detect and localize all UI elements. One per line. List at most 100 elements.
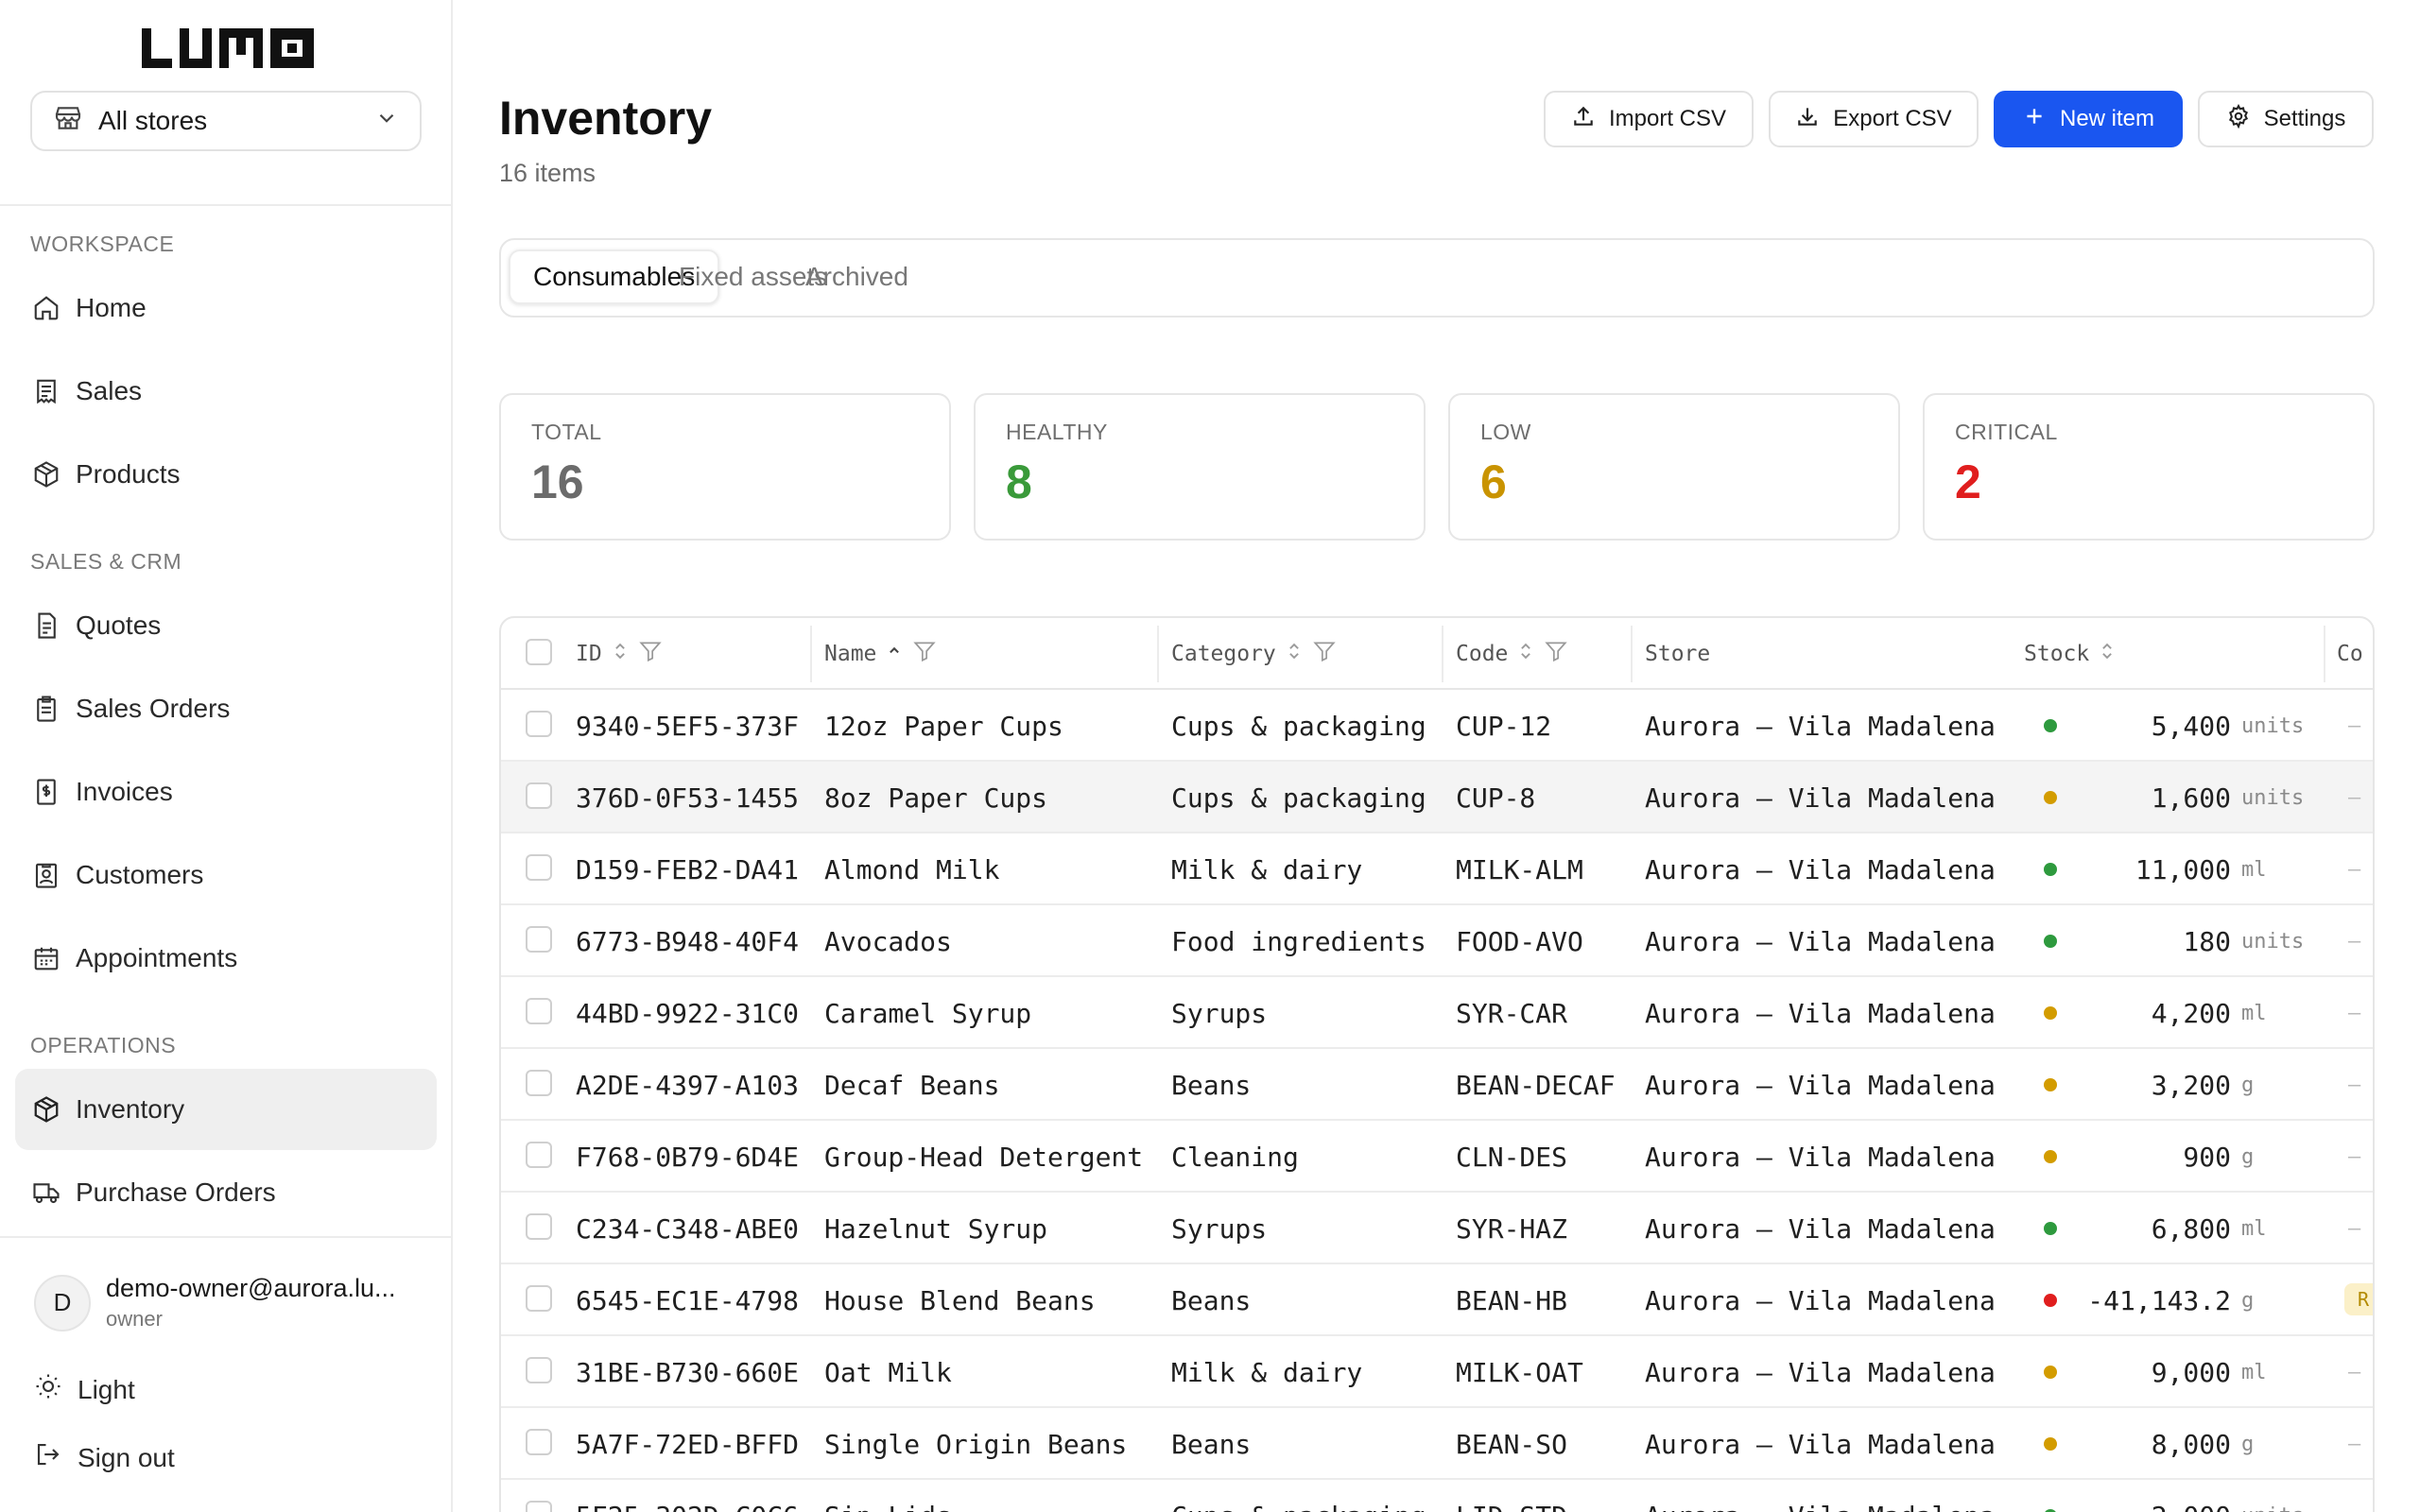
nav-item-sales-orders[interactable]: Sales Orders (15, 668, 437, 749)
filter-icon[interactable] (912, 639, 937, 669)
column-divider[interactable] (2324, 626, 2325, 682)
cell-code: CUP-8 (1456, 782, 1536, 814)
cell-name: Single Origin Beans (824, 1428, 1128, 1460)
table-row[interactable]: 5F25-302D-C0C6 Sip Lids Cups & packaging LI… (501, 1480, 2373, 1512)
nav-item-products[interactable]: Products (15, 434, 437, 515)
row-checkbox[interactable] (526, 711, 552, 737)
column-header-stock[interactable]: Stock (2024, 618, 2116, 690)
cell-stock-unit: g (2241, 1073, 2255, 1097)
row-checkbox[interactable] (526, 1213, 552, 1240)
reorder-badge[interactable]: R (2344, 1283, 2373, 1315)
row-checkbox[interactable] (526, 1070, 552, 1096)
box-icon (30, 1093, 62, 1125)
cell-code: MILK-OAT (1456, 1356, 1583, 1388)
table-row[interactable]: 44BD-9922-31C0 Caramel Syrup Syrups SYR-CAR… (501, 977, 2373, 1049)
store-select[interactable]: All stores (30, 91, 422, 151)
table-row[interactable]: 376D-0F53-1455 8oz Paper Cups Cups & packa… (501, 762, 2373, 833)
select-all-checkbox[interactable] (526, 639, 552, 665)
theme-label: Light (78, 1374, 135, 1404)
column-header-id[interactable]: ID (576, 618, 663, 690)
row-checkbox[interactable] (526, 998, 552, 1024)
filter-icon[interactable] (1544, 639, 1568, 669)
row-checkbox[interactable] (526, 782, 552, 809)
settings-button[interactable]: Settings (2198, 91, 2374, 147)
nav-item-inventory[interactable]: Inventory (15, 1069, 437, 1150)
column-divider[interactable] (810, 626, 812, 682)
nav-item-customers[interactable]: Customers (15, 834, 437, 916)
column-header-store[interactable]: Store (1645, 618, 1710, 690)
column-header-category[interactable]: Category (1171, 618, 1337, 690)
cell-id: C234-C348-ABE0 (576, 1212, 800, 1245)
column-divider[interactable] (1157, 626, 1159, 682)
export-csv-button[interactable]: Export CSV (1769, 91, 1979, 147)
nav-item-sales[interactable]: Sales (15, 351, 437, 432)
table-row[interactable]: D159-FEB2-DA41 Almond Milk Milk & dairy MIL… (501, 833, 2373, 905)
cell-id: 6545-EC1E-4798 (576, 1284, 800, 1316)
column-label: Stock (2024, 642, 2090, 666)
row-checkbox[interactable] (526, 1501, 552, 1512)
sort-icon[interactable] (612, 641, 629, 667)
nav-item-invoices[interactable]: Invoices (15, 751, 437, 833)
nav-item-label: Invoices (76, 777, 173, 806)
table-row[interactable]: 6545-EC1E-4798 House Blend Beans Beans BEAN… (501, 1264, 2373, 1336)
new-item-button[interactable]: New item (1994, 91, 2183, 147)
sort-icon[interactable] (1286, 641, 1303, 667)
table-row[interactable]: C234-C348-ABE0 Hazelnut Syrup Syrups SYR-HA… (501, 1193, 2373, 1264)
stat-value: 8 (1006, 455, 1032, 508)
column-header-code[interactable]: Code (1456, 618, 1568, 690)
nav-item-appointments[interactable]: Appointments (15, 918, 437, 999)
sort-icon[interactable] (1517, 641, 1534, 667)
nav-item-purchase-orders[interactable]: Purchase Orders (15, 1152, 437, 1233)
cell-id: 5F25-302D-C0C6 (576, 1480, 799, 1512)
cell-empty: – (2348, 1480, 2360, 1512)
store-select-value: All stores (98, 106, 208, 135)
column-divider[interactable] (1442, 626, 1443, 682)
row-checkbox[interactable] (526, 1429, 552, 1455)
cell-category: Syrups (1171, 997, 1268, 1029)
cell-name: Avocados (824, 925, 952, 957)
theme-toggle[interactable]: Light (34, 1372, 135, 1407)
cell-id: 31BE-B730-660E (576, 1356, 800, 1388)
user-profile[interactable]: D demo-owner@aurora.lu... owner (34, 1274, 418, 1332)
column-header-co[interactable]: Co (2337, 618, 2363, 690)
table-row[interactable]: 31BE-B730-660E Oat Milk Milk & dairy MILK-O… (501, 1336, 2373, 1408)
row-checkbox[interactable] (526, 1142, 552, 1168)
column-divider[interactable] (1631, 626, 1633, 682)
cell-id: D159-FEB2-DA41 (576, 853, 800, 885)
cell-code: MILK-ALM (1456, 853, 1583, 885)
nav-item-label: Inventory (76, 1094, 185, 1124)
row-checkbox[interactable] (526, 1285, 552, 1312)
filter-icon[interactable] (638, 639, 663, 669)
table-row[interactable]: F768-0B79-6D4E Group-Head Detergent Cleani… (501, 1121, 2373, 1193)
cell-code: SYR-CAR (1456, 997, 1568, 1029)
row-checkbox[interactable] (526, 926, 552, 953)
sort-icon[interactable] (2099, 641, 2116, 667)
row-checkbox[interactable] (526, 854, 552, 881)
filter-icon[interactable] (1312, 639, 1337, 669)
nav-item-label: Sales Orders (76, 694, 231, 723)
tab-archived[interactable]: Archived (783, 249, 931, 304)
table-row[interactable]: 9340-5EF5-373F 12oz Paper Cups Cups & pack… (501, 690, 2373, 762)
row-checkbox[interactable] (526, 1357, 552, 1383)
cell-code: FOOD-AVO (1456, 925, 1583, 957)
table-row[interactable]: 6773-B948-40F4 Avocados Food ingredients FO… (501, 905, 2373, 977)
receipt-icon (30, 375, 62, 407)
stat-value: 16 (531, 455, 584, 508)
table-row[interactable]: 5A7F-72ED-BFFD Single Origin Beans Beans BE… (501, 1408, 2373, 1480)
box-icon (30, 458, 62, 490)
nav-item-quotes[interactable]: Quotes (15, 585, 437, 666)
import-csv-button[interactable]: Import CSV (1544, 91, 1754, 147)
sign-out-button[interactable]: Sign out (34, 1440, 175, 1475)
divider (0, 1236, 453, 1238)
nav-item-label: Home (76, 293, 147, 322)
sort-ascending-icon[interactable] (886, 641, 903, 667)
table-row[interactable]: A2DE-4397-A103 Decaf Beans Beans BEAN-DECAF… (501, 1049, 2373, 1121)
page-title: Inventory (499, 92, 713, 145)
download-icon (1795, 104, 1820, 135)
nav-item-home[interactable]: Home (15, 267, 437, 349)
cell-store: Aurora — Vila Madalena (1645, 853, 1996, 885)
cell-stock-unit: ml (2241, 1216, 2267, 1241)
cell-store: Aurora — Vila Madalena (1645, 1284, 1996, 1316)
column-header-name[interactable]: Name (824, 618, 937, 690)
cell-empty: – (2348, 1073, 2361, 1097)
